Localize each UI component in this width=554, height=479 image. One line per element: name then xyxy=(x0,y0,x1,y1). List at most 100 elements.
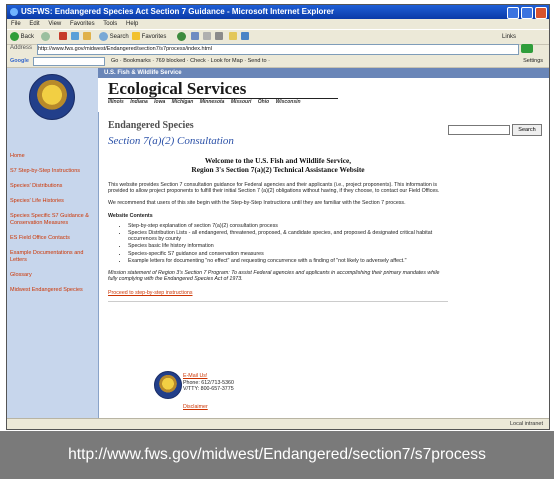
refresh-button[interactable] xyxy=(71,32,79,42)
discuss-button[interactable] xyxy=(241,32,249,42)
tty-text: V/TTY: 800-657-3775 xyxy=(183,386,234,392)
page-subheading: Section 7(a)(2) Consultation xyxy=(108,135,234,147)
state-link[interactable]: Minnesota xyxy=(200,99,225,105)
sidebar-item-example-docs[interactable]: Example Documentations and Letters xyxy=(10,250,96,264)
state-link[interactable]: Wisconsin xyxy=(276,99,301,105)
menu-favorites[interactable]: Favorites xyxy=(70,21,95,27)
window-controls xyxy=(507,7,547,19)
forward-arrow-icon xyxy=(41,32,50,41)
print-button[interactable] xyxy=(215,32,223,42)
home-icon xyxy=(83,32,91,41)
recommendation-paragraph: We recommend that users of this site beg… xyxy=(108,200,406,207)
window-title: USFWS: Endangered Species Act Section 7 … xyxy=(21,7,335,16)
ie-icon xyxy=(10,8,18,16)
browser-window: USFWS: Endangered Species Act Section 7 … xyxy=(6,4,550,430)
favorites-button[interactable]: Favorites xyxy=(132,32,166,42)
contents-list: Step-by-step explanation of section 7(a)… xyxy=(108,223,448,264)
status-bar: Local intranet xyxy=(7,418,549,429)
menu-tools[interactable]: Tools xyxy=(103,21,117,27)
list-item[interactable]: Example letters for documenting "no effe… xyxy=(128,258,448,264)
title-bar: USFWS: Endangered Species Act Section 7 … xyxy=(7,5,549,19)
google-search-input[interactable] xyxy=(33,57,105,66)
menu-bar: File Edit View Favorites Tools Help xyxy=(7,19,549,29)
back-button[interactable]: Back xyxy=(10,32,34,42)
menu-help[interactable]: Help xyxy=(126,21,138,27)
address-input[interactable]: http://www.fws.gov/midwest/Endangered/se… xyxy=(37,44,519,55)
state-link[interactable]: Indiana xyxy=(130,99,148,105)
site-banner: U.S. Fish & Wildlife Service Ecological … xyxy=(98,68,549,112)
state-link[interactable]: Iowa xyxy=(154,99,165,105)
contact-info: E-Mail Us! Phone: 612/713-5360 V/TTY: 80… xyxy=(183,373,234,393)
mission-statement: Mission statement of Region 3's Section … xyxy=(108,270,440,283)
address-label: Address xyxy=(10,45,33,51)
state-link[interactable]: Ohio xyxy=(258,99,269,105)
stop-button[interactable] xyxy=(59,32,67,42)
sidebar-item-s7-guidance[interactable]: Species Specific S7 Guidance & Conservat… xyxy=(10,213,96,227)
list-item[interactable]: Step-by-step explanation of section 7(a)… xyxy=(128,223,448,229)
footer-seal-logo xyxy=(154,371,182,399)
back-arrow-icon xyxy=(10,32,19,41)
page-heading: Endangered Species xyxy=(108,120,194,131)
forward-button[interactable] xyxy=(41,32,50,42)
print-icon xyxy=(215,32,223,41)
sidebar-item-home[interactable]: Home xyxy=(10,153,96,160)
program-title: Ecological Services xyxy=(108,79,247,98)
refresh-icon xyxy=(71,32,79,41)
media-icon xyxy=(177,32,186,41)
mail-icon xyxy=(203,32,211,41)
sidebar-item-field-office[interactable]: ES Field Office Contacts xyxy=(10,235,96,242)
history-button[interactable] xyxy=(191,32,199,42)
folder-icon xyxy=(229,32,237,41)
state-link[interactable]: Missouri xyxy=(231,99,252,105)
discuss-icon xyxy=(241,32,249,41)
media-button[interactable] xyxy=(177,32,186,42)
list-item[interactable]: Species-specific S7 guidance and conserv… xyxy=(128,251,448,257)
stop-icon xyxy=(59,32,67,41)
disclaimer-link[interactable]: Disclaimer xyxy=(183,404,208,410)
state-link[interactable]: Michigan xyxy=(172,99,194,105)
search-toolbar-button[interactable]: Search xyxy=(99,32,129,42)
home-button[interactable] xyxy=(83,32,91,42)
divider xyxy=(108,300,448,302)
menu-file[interactable]: File xyxy=(11,21,21,27)
sidebar-item-s7-instructions[interactable]: S7 Step-by-Step Instructions xyxy=(10,168,96,175)
address-bar: Address http://www.fws.gov/midwest/Endan… xyxy=(7,43,549,55)
maximize-button[interactable] xyxy=(521,7,533,19)
star-icon xyxy=(132,32,140,41)
menu-view[interactable]: View xyxy=(48,21,61,27)
sidebar-item-midwest-species[interactable]: Midwest Endangered Species xyxy=(10,287,96,294)
contents-heading: Website Contents xyxy=(108,212,153,219)
sidebar-item-life-histories[interactable]: Species' Life Histories xyxy=(10,198,96,205)
welcome-heading: Welcome to the U.S. Fish and Wildlife Se… xyxy=(191,156,365,174)
edit-button[interactable] xyxy=(229,32,237,42)
google-toolbar-items[interactable]: Go · Bookmarks · 769 blocked · Check · L… xyxy=(111,55,270,67)
site-search-input[interactable] xyxy=(448,125,510,135)
state-links: Illinois Indiana Iowa Michigan Minnesota… xyxy=(108,99,301,105)
magnifier-icon xyxy=(99,32,108,41)
site-search-button[interactable]: Search xyxy=(512,124,542,136)
minimize-button[interactable] xyxy=(507,7,519,19)
usfws-seal-logo xyxy=(29,74,75,120)
close-button[interactable] xyxy=(535,7,547,19)
url-caption: http://www.fws.gov/midwest/Endangered/se… xyxy=(68,446,486,463)
mail-button[interactable] xyxy=(203,32,211,42)
list-item[interactable]: Species basic life history information xyxy=(128,243,448,249)
links-button[interactable]: Links xyxy=(502,32,516,42)
intro-paragraph: This website provides Section 7 consulta… xyxy=(108,182,440,195)
history-icon xyxy=(191,32,199,41)
go-button[interactable] xyxy=(521,44,533,53)
proceed-link[interactable]: Proceed to step-by-step instructions xyxy=(108,290,448,296)
state-link[interactable]: Illinois xyxy=(108,99,124,105)
main-content: Endangered Species Section 7(a)(2) Consu… xyxy=(108,120,448,306)
menu-edit[interactable]: Edit xyxy=(29,21,39,27)
page-content: Home S7 Step-by-Step Instructions Specie… xyxy=(7,68,549,418)
sidebar-item-glossary[interactable]: Glossary xyxy=(10,272,96,279)
security-zone: Local intranet xyxy=(509,421,543,427)
list-item[interactable]: Species Distribution Lists - all endange… xyxy=(128,230,448,242)
sidebar: Home S7 Step-by-Step Instructions Specie… xyxy=(7,68,99,418)
google-settings[interactable]: Settings xyxy=(523,55,543,67)
sidebar-nav: Home S7 Step-by-Step Instructions Specie… xyxy=(10,153,96,302)
google-toolbar: Google Go · Bookmarks · 769 blocked · Ch… xyxy=(7,55,549,68)
sidebar-item-distributions[interactable]: Species' Distributions xyxy=(10,183,96,190)
google-logo: Google xyxy=(10,58,29,64)
